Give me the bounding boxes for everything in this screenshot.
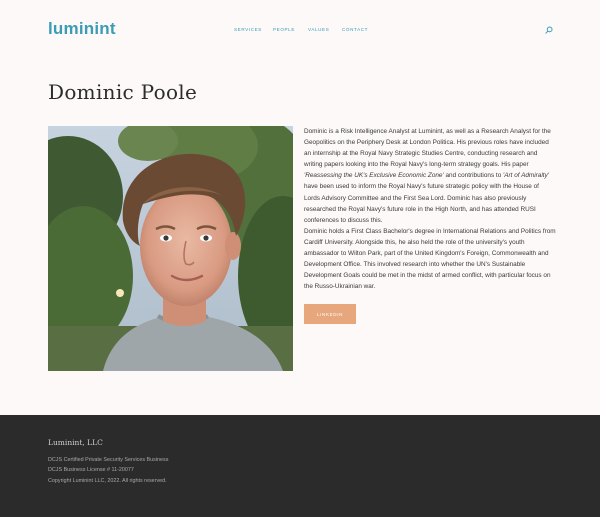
footer-license: DCJS Business License # 11-20077: [48, 467, 134, 473]
site-header: luminint SERVICES PEOPLE VALUES CONTACT: [0, 0, 600, 60]
profile-photo-image: [48, 126, 293, 371]
site-footer: Luminint, LLC DCJS Certified Private Sec…: [0, 415, 600, 517]
bio-text: and contributions to: [443, 172, 504, 180]
linkedin-button[interactable]: LINKEDIN: [304, 304, 356, 324]
bio-text: have been used to inform the Royal Navy'…: [304, 183, 539, 224]
bio-paragraph-1: Dominic is a Risk Intelligence Analyst a…: [304, 126, 556, 226]
profile-photo: [48, 126, 293, 371]
paper-title: 'Art of Admiralty': [503, 172, 549, 180]
footer-copyright: Copyright Luminint LLC, 2022. All rights…: [48, 478, 167, 484]
nav-values[interactable]: VALUES: [308, 27, 329, 32]
footer-certification: DCJS Certified Private Security Services…: [48, 457, 169, 463]
nav-people[interactable]: PEOPLE: [273, 27, 295, 32]
site-logo[interactable]: luminint: [48, 19, 116, 39]
nav-services[interactable]: SERVICES: [234, 27, 262, 32]
paper-title: 'Reassessing the UK's Exclusive Economic…: [304, 172, 444, 180]
bio-paragraph-2: Dominic holds a First Class Bachelor's d…: [304, 227, 556, 291]
profile-bio: Dominic is a Risk Intelligence Analyst a…: [304, 126, 556, 292]
nav-contact[interactable]: CONTACT: [342, 27, 368, 32]
page-title: Dominic Poole: [48, 80, 198, 104]
footer-company-name: Luminint, LLC: [48, 438, 103, 447]
bio-text: Dominic is a Risk Intelligence Analyst a…: [304, 128, 551, 169]
search-icon[interactable]: [545, 26, 553, 34]
